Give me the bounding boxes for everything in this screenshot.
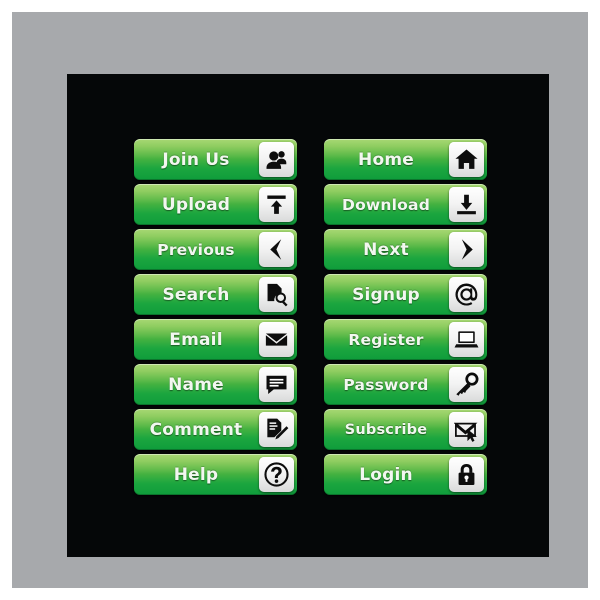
- button-comment[interactable]: Comment: [134, 409, 297, 450]
- button-upload[interactable]: Upload: [134, 184, 297, 225]
- speech-bubble-icon-tile[interactable]: [259, 367, 294, 402]
- button-label-name: Name: [168, 374, 224, 395]
- button-join-us[interactable]: Join Us: [134, 139, 297, 180]
- button-label-previous: Previous: [157, 240, 235, 259]
- at-sign-icon-tile[interactable]: [449, 277, 484, 312]
- button-subscribe[interactable]: Subscribe: [324, 409, 487, 450]
- download-arrow-icon: [454, 192, 479, 217]
- button-login[interactable]: Login: [324, 454, 487, 495]
- users-icon-tile[interactable]: [259, 142, 294, 177]
- chevron-right-icon: [454, 237, 479, 262]
- upload-arrow-icon: [264, 192, 289, 217]
- document-search-icon: [264, 282, 289, 307]
- document-search-icon-tile[interactable]: [259, 277, 294, 312]
- chevron-right-icon-tile[interactable]: [449, 232, 484, 267]
- envelope-cursor-icon-tile[interactable]: [449, 412, 484, 447]
- button-label-next: Next: [363, 239, 409, 260]
- button-label-comment: Comment: [149, 419, 243, 440]
- envelope-icon: [264, 327, 289, 352]
- button-label-download: Download: [342, 195, 430, 214]
- screenshot-canvas: Join Us Home Upload Download Previous Next Sea…: [0, 0, 600, 600]
- house-icon: [454, 147, 479, 172]
- house-icon-tile[interactable]: [449, 142, 484, 177]
- button-label-password: Password: [343, 375, 429, 394]
- key-icon-tile[interactable]: [449, 367, 484, 402]
- padlock-icon: [454, 462, 479, 487]
- laptop-icon-tile[interactable]: [449, 322, 484, 357]
- button-email[interactable]: Email: [134, 319, 297, 360]
- button-label-signup: Signup: [352, 284, 420, 305]
- envelope-cursor-icon: [454, 417, 479, 442]
- document-pencil-icon: [264, 417, 289, 442]
- button-previous[interactable]: Previous: [134, 229, 297, 270]
- upload-arrow-icon-tile[interactable]: [259, 187, 294, 222]
- at-sign-icon: [454, 282, 479, 307]
- button-home[interactable]: Home: [324, 139, 487, 180]
- padlock-icon-tile[interactable]: [449, 457, 484, 492]
- button-label-upload: Upload: [161, 194, 231, 215]
- question-mark-icon-tile[interactable]: [259, 457, 294, 492]
- users-icon: [264, 147, 289, 172]
- button-password[interactable]: Password: [324, 364, 487, 405]
- download-arrow-icon-tile[interactable]: [449, 187, 484, 222]
- button-label-register: Register: [348, 330, 424, 349]
- button-label-help: Help: [173, 464, 219, 485]
- button-download[interactable]: Download: [324, 184, 487, 225]
- button-grid: Join Us Home Upload Download Previous Next Sea…: [134, 139, 487, 495]
- envelope-icon-tile[interactable]: [259, 322, 294, 357]
- document-pencil-icon-tile[interactable]: [259, 412, 294, 447]
- chevron-left-icon: [264, 237, 289, 262]
- chevron-left-icon-tile[interactable]: [259, 232, 294, 267]
- question-mark-icon: [264, 462, 289, 487]
- button-label-search: Search: [162, 284, 230, 305]
- button-search[interactable]: Search: [134, 274, 297, 315]
- laptop-icon: [454, 327, 479, 352]
- black-button-panel: Join Us Home Upload Download Previous Next Sea…: [67, 74, 549, 557]
- button-label-join-us: Join Us: [162, 149, 230, 170]
- button-name[interactable]: Name: [134, 364, 297, 405]
- key-icon: [454, 372, 479, 397]
- button-label-email: Email: [169, 329, 223, 350]
- speech-bubble-icon: [264, 372, 289, 397]
- button-help[interactable]: Help: [134, 454, 297, 495]
- gray-background-mat: Join Us Home Upload Download Previous Next Sea…: [12, 12, 588, 588]
- button-signup[interactable]: Signup: [324, 274, 487, 315]
- button-label-login: Login: [359, 464, 413, 485]
- button-next[interactable]: Next: [324, 229, 487, 270]
- button-label-subscribe: Subscribe: [344, 421, 428, 438]
- button-label-home: Home: [358, 149, 414, 170]
- button-register[interactable]: Register: [324, 319, 487, 360]
